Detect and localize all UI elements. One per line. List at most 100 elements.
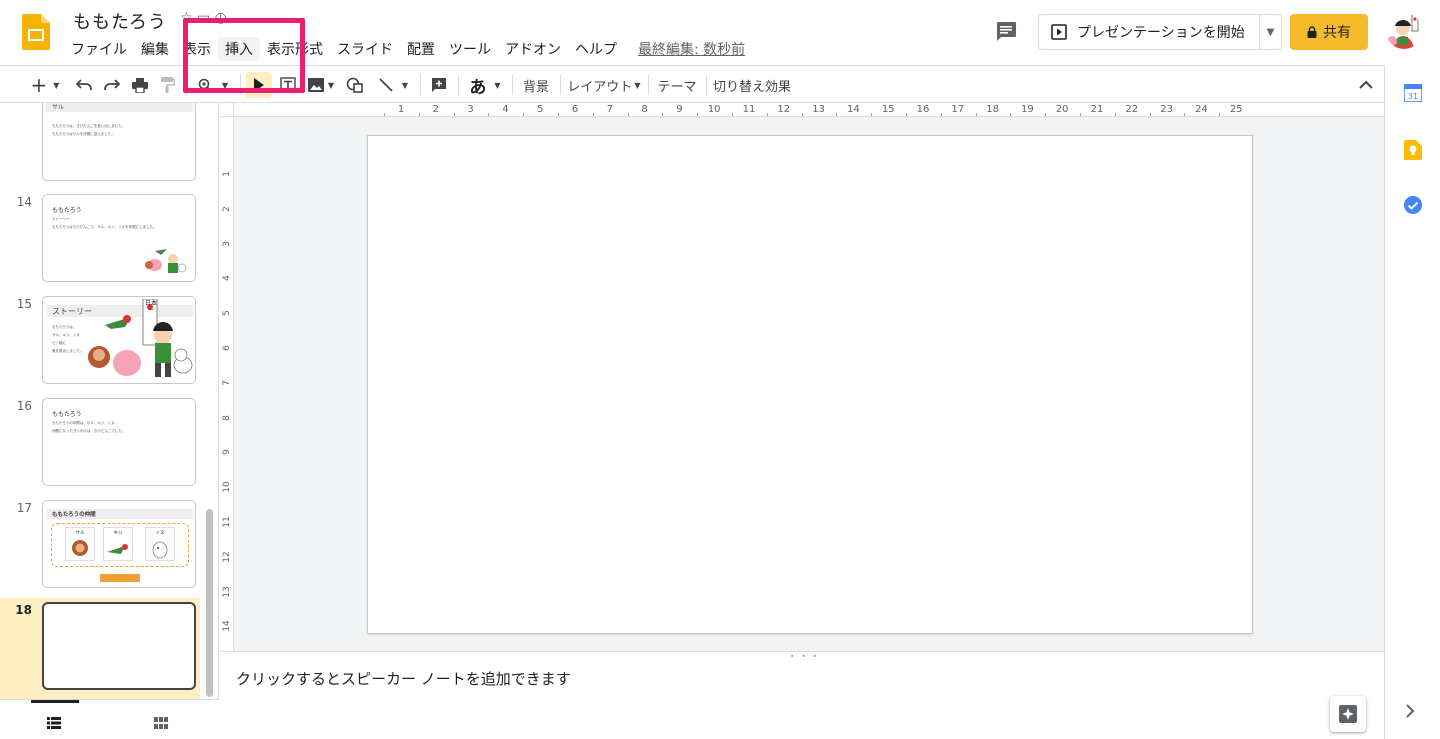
slide-13-line-2: ももたろうはサルを仲間に迎えました。 [52, 132, 115, 136]
present-play-icon [1051, 24, 1067, 40]
slides-logo-icon[interactable] [22, 14, 50, 50]
ruler-h-label: 7 [606, 104, 613, 115]
new-slide-plus-icon[interactable]: + ▼ [24, 72, 66, 98]
menu-view[interactable]: 表示 [176, 37, 218, 61]
vertical-ruler[interactable]: 1 2 3 4 5 6 7 8 9 10 11 12 13 14 [220, 117, 234, 651]
redo-icon[interactable] [100, 72, 124, 98]
speaker-notes[interactable]: • • • クリックするとスピーカー ノートを追加できます [220, 651, 1384, 739]
ruler-h-tick [1010, 113, 1012, 116]
layout-button[interactable]: レイアウト ▼ [566, 72, 642, 98]
slide-17-card-saru: サル [65, 527, 95, 561]
menu-format[interactable]: 形式 [295, 37, 330, 61]
input-tools-glyph: あ [469, 77, 487, 98]
insert-image-icon[interactable]: ▼ [304, 72, 338, 98]
slide-thumbnail-16[interactable]: ももたろう ももたろうの仲間は、サル、キジ、イヌ。 仲間になったきっかけは、きび… [42, 398, 196, 486]
app-header: ももたろう ☆ ▭ ◷ ファイル 編集 表示 挿入 表示 形式 スライド 配置 … [0, 0, 1440, 93]
ruler-v-label: 13 [222, 585, 232, 598]
add-comment-icon[interactable] [426, 72, 452, 98]
filmstrip-scrollbar[interactable] [206, 509, 213, 697]
slide-thumbnail-15[interactable]: ストーリー ももたろうは、 サル、キジ、イヌ と一緒に 鬼を退治しました。 日本… [42, 296, 196, 384]
present-label: プレゼンテーションを開始 [1077, 25, 1245, 41]
ruler-h-label: 1 [397, 104, 405, 115]
text-box-icon[interactable] [276, 72, 300, 98]
theme-label: テーマ [657, 79, 697, 95]
keep-icon[interactable] [1404, 140, 1422, 164]
menu-insert[interactable]: 挿入 [218, 37, 260, 61]
background-button[interactable]: 背景 [518, 72, 554, 98]
ruler-h-label: 16 [916, 104, 930, 115]
ruler-h-tick [558, 113, 559, 116]
ruler-h-tick [453, 113, 455, 116]
menu-format-prefix[interactable]: 表示 [260, 37, 295, 61]
ruler-h-label: 25 [1229, 104, 1243, 115]
transition-button[interactable]: 切り替え効果 [712, 72, 792, 98]
undo-icon[interactable] [72, 72, 96, 98]
ruler-h-label: 10 [707, 104, 721, 115]
slide-15-illustration [83, 298, 195, 383]
last-edit-link[interactable]: 最終編集: 数秒前 [638, 39, 745, 59]
select-cursor-icon[interactable] [246, 72, 272, 98]
horizontal-ruler[interactable]: 1 2 3 4 5 6 7 8 9 10 11 12 13 14 15 16 17 18 19 20 21 22 23 24 2… [234, 103, 1384, 117]
slide-17-card-inu: イヌ [145, 527, 175, 561]
account-avatar[interactable] [1386, 13, 1422, 49]
zoom-icon[interactable]: ▼ [192, 72, 234, 98]
ruler-v-label: 12 [222, 551, 232, 563]
ruler-v-label: 9 [222, 449, 232, 456]
title-star-icon[interactable]: ☆ ▭ ◷ [180, 10, 227, 26]
collapse-toolbar-chevron-icon[interactable] [1354, 72, 1378, 98]
menu-edit[interactable]: 編集 [134, 37, 176, 61]
ruler-h-tick [627, 113, 629, 116]
ruler-h-tick [1184, 113, 1186, 116]
theme-button[interactable]: テーマ [654, 72, 700, 98]
notes-resize-grip[interactable]: • • • [790, 652, 819, 661]
slide-13-title: サル [52, 104, 65, 111]
present-options-chevron-icon[interactable]: ▼ [1260, 27, 1281, 38]
slide-16-line-1: ももたろうの仲間は、サル、キジ、イヌ。 [52, 421, 119, 425]
paint-format-icon[interactable] [156, 72, 180, 98]
slide-16-line-2: 仲間になったきっかけは、きびだんごでした。 [52, 429, 126, 433]
slide-number-14: 14 [16, 195, 32, 209]
grid-view-icon[interactable] [154, 714, 168, 733]
menu-file[interactable]: ファイル [64, 37, 134, 61]
speaker-notes-placeholder[interactable]: クリックするとスピーカー ノートを追加できます [236, 668, 571, 689]
ruler-v-label: 3 [222, 240, 232, 247]
menu-addons[interactable]: アドオン [498, 37, 568, 61]
ruler-h-tick [836, 113, 838, 116]
calendar-icon[interactable]: 31 [1403, 83, 1423, 106]
slide-thumbnail-13[interactable]: サル ももたろうは、きびだんごを差し出しました。 ももたろうはサルを仲間に迎えま… [42, 103, 196, 181]
present-button[interactable]: プレゼンテーションを開始 ▼ [1038, 14, 1282, 50]
menu-help[interactable]: ヘルプ [568, 37, 624, 61]
ruler-h-tick [662, 113, 664, 116]
menu-tools[interactable]: ツール [442, 37, 498, 61]
line-icon[interactable]: ▼ [372, 72, 414, 98]
slide-thumbnail-18[interactable] [42, 602, 196, 690]
slide-thumbnail-17[interactable]: ももたろうの仲間 サル キジ イヌ [42, 500, 196, 588]
ruler-h-label: 11 [742, 104, 756, 115]
side-panel: 31 [1384, 65, 1440, 739]
ruler-h-tick [1080, 113, 1081, 116]
slide-17-title: ももたろうの仲間 [52, 512, 96, 518]
slide-canvas[interactable] [367, 135, 1253, 634]
comment-history-icon[interactable] [994, 19, 1020, 45]
print-icon[interactable] [128, 72, 152, 98]
list-view-icon[interactable] [47, 714, 61, 733]
ruler-h-tick [732, 113, 733, 116]
ruler-h-tick [592, 113, 594, 116]
input-tools-button[interactable]: あ ▼ [464, 72, 506, 98]
ruler-h-tick [523, 113, 525, 116]
slide-14-line-2: ももたろうはきびだんごで、サル、キジ、イヌを仲間にしました。 [52, 225, 157, 229]
slide-thumbnail-14[interactable]: ももたろう ストーリー ももたろうはきびだんごで、サル、キジ、イヌを仲間にしまし… [42, 194, 196, 282]
slide-15-flag-text: 日本一 [144, 300, 157, 314]
ruler-h-label: 15 [881, 104, 895, 115]
slide-number-17: 17 [16, 501, 32, 515]
document-title[interactable]: ももたろう [73, 8, 167, 34]
menu-bar: ファイル 編集 表示 挿入 表示 形式 スライド 配置 ツール アドオン ヘルプ… [64, 37, 745, 61]
expand-panel-chevron-icon[interactable] [1405, 703, 1415, 722]
tasks-icon[interactable] [1404, 196, 1422, 218]
menu-slide[interactable]: スライド [330, 37, 400, 61]
explore-icon[interactable] [1330, 696, 1366, 732]
ruler-h-tick [766, 113, 768, 116]
share-button[interactable]: 共有 [1290, 14, 1368, 50]
shape-icon[interactable] [342, 72, 368, 98]
menu-arrange[interactable]: 配置 [400, 37, 442, 61]
